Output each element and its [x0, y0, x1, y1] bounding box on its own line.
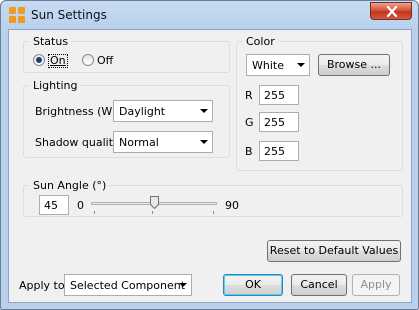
status-off-label[interactable]: Off: [97, 54, 113, 67]
status-legend: Status: [33, 35, 69, 48]
red-input[interactable]: 255: [259, 85, 299, 105]
sun-angle-legend: Sun Angle (°): [33, 179, 107, 192]
status-on-radio[interactable]: [33, 54, 45, 66]
apply-to-value: Selected Component: [70, 279, 186, 292]
sun-settings-dialog: Sun Settings Status On Off Lighting Brig…: [0, 0, 419, 310]
color-preset-value: White: [252, 59, 284, 72]
ok-button[interactable]: OK: [223, 274, 283, 296]
slider-tick: [213, 211, 214, 214]
chevron-down-icon: [179, 283, 187, 287]
color-preset-select[interactable]: White: [246, 54, 310, 76]
app-icon: [9, 7, 25, 23]
green-input[interactable]: 255: [259, 112, 299, 132]
red-label: R: [245, 89, 253, 102]
brightness-label: Brightness (W): [35, 105, 117, 118]
title-bar[interactable]: Sun Settings: [1, 1, 418, 29]
blue-input[interactable]: 255: [259, 141, 299, 161]
slider-tick: [152, 211, 153, 214]
browse-button[interactable]: Browse ...: [318, 54, 390, 76]
sun-angle-input[interactable]: 45: [39, 195, 69, 215]
shadow-quality-value: Normal: [119, 136, 159, 149]
slider-tick: [94, 211, 95, 214]
apply-button[interactable]: Apply: [352, 274, 400, 296]
chevron-down-icon: [200, 140, 208, 144]
reset-defaults-button[interactable]: Reset to Default Values: [267, 240, 401, 262]
window-title: Sun Settings: [31, 8, 107, 22]
sun-angle-max-label: 90: [225, 199, 239, 212]
color-legend: Color: [246, 35, 275, 48]
status-off-radio[interactable]: [82, 54, 94, 66]
sun-angle-slider-thumb[interactable]: [150, 196, 159, 210]
chevron-down-icon: [200, 109, 208, 113]
sun-angle-min-label: 0: [77, 199, 84, 212]
status-on-label[interactable]: On: [48, 54, 68, 68]
apply-to-select[interactable]: Selected Component: [64, 274, 192, 296]
green-label: G: [245, 116, 254, 129]
blue-label: B: [245, 145, 253, 158]
shadow-quality-label: Shadow quality: [35, 136, 120, 149]
cancel-button[interactable]: Cancel: [291, 274, 347, 296]
dialog-body: Status On Off Lighting Brightness (W) Da…: [8, 29, 412, 303]
lighting-legend: Lighting: [33, 79, 78, 92]
close-button[interactable]: [370, 2, 412, 20]
apply-to-label: Apply to: [19, 279, 65, 292]
chevron-down-icon: [297, 63, 305, 67]
shadow-quality-select[interactable]: Normal: [113, 131, 213, 153]
brightness-value: Daylight: [119, 105, 166, 118]
brightness-select[interactable]: Daylight: [113, 100, 213, 122]
close-icon: [386, 6, 398, 17]
